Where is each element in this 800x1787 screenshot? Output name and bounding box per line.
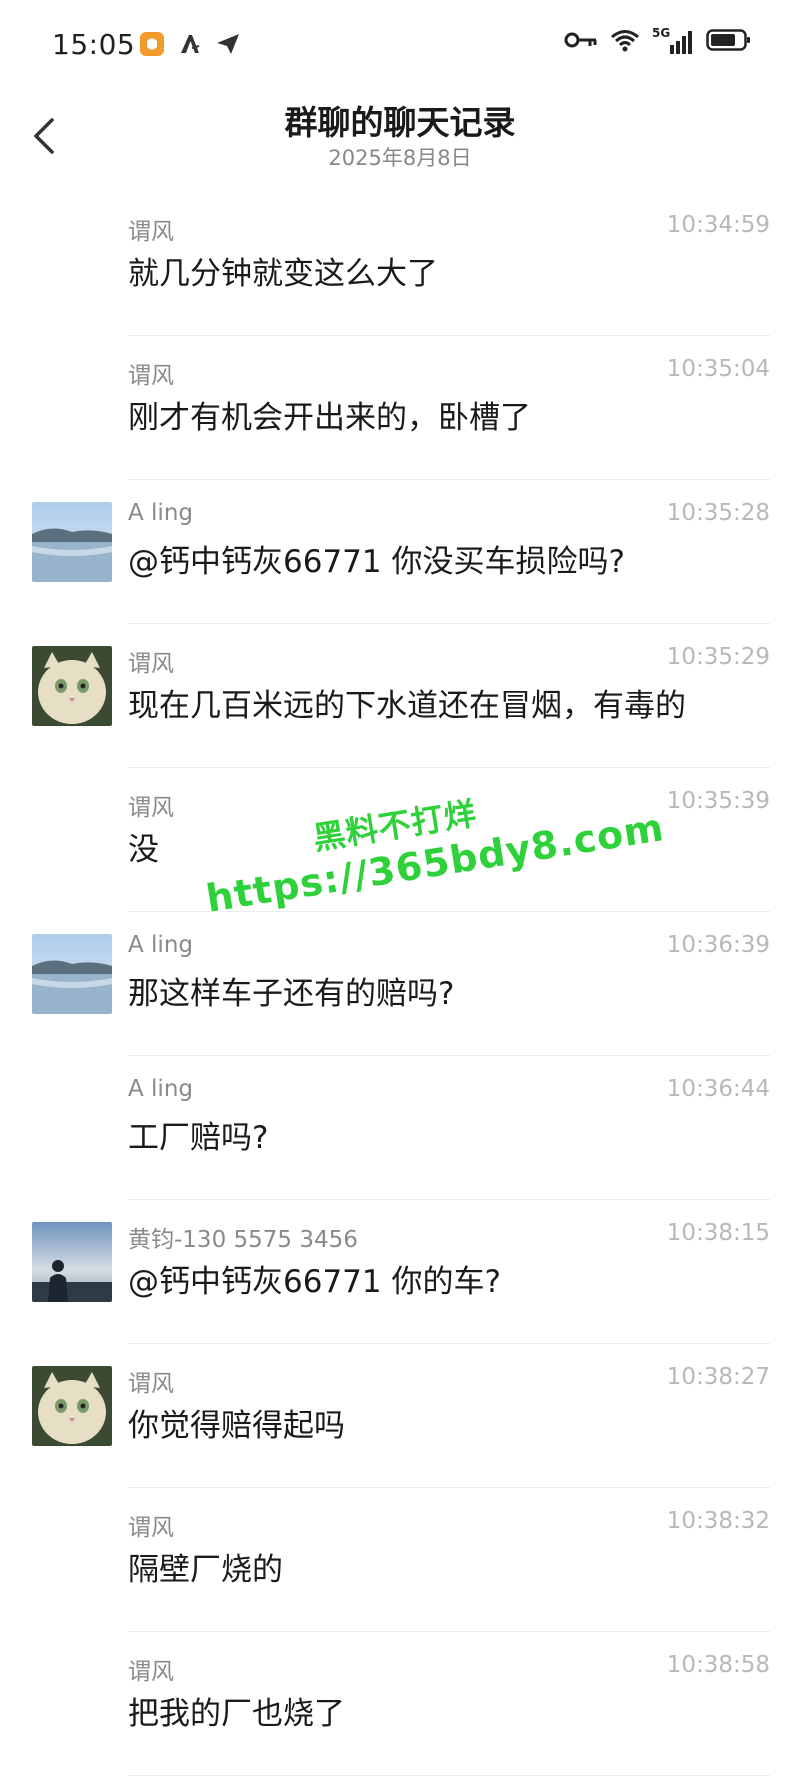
avatar[interactable] [32,1366,112,1446]
message-time: 10:36:39 [666,932,770,958]
message-text: 你觉得赔得起吗 [128,1408,345,1444]
avatar[interactable] [32,502,112,582]
message-time: 10:38:15 [666,1220,770,1246]
message-text: @钙中钙灰66771 你没买车损险吗? [128,544,625,580]
message-row[interactable]: 谓风 10:35:04 刚才有机会开出来的，卧槽了 [0,336,800,480]
message-text: 隔壁厂烧的 [128,1552,283,1588]
message-text: 现在几百米远的下水道还在冒烟，有毒的 [128,688,686,724]
status-app-icons [138,30,242,58]
message-sender: A ling [128,500,194,526]
message-text: 那这样车子还有的赔吗? [128,976,455,1012]
header: 群聊的聊天记录 2025年8月8日 [0,90,800,180]
message-text: 把我的厂也烧了 [128,1696,345,1732]
message-sender: 黄钧-130 5575 3456 [128,1227,358,1253]
signal-5g-icon: 5G [652,26,694,55]
message-row[interactable]: 谓风 10:38:27 你觉得赔得起吗 [0,1344,800,1488]
message-row[interactable]: A ling 10:36:44 工厂赔吗? [0,1056,800,1200]
message-sender: 谓风 [128,651,174,677]
message-time: 10:35:29 [666,644,770,670]
message-text: @钙中钙灰66771 你的车? [128,1264,501,1300]
message-list[interactable]: 谓风 10:34:59 就几分钟就变这么大了 谓风 10:35:04 刚才有机会… [0,192,800,1776]
message-time: 10:35:04 [666,356,770,382]
message-time: 10:35:28 [666,500,770,526]
send-icon [214,30,242,58]
message-row[interactable]: A ling 10:36:39 那这样车子还有的赔吗? [0,912,800,1056]
message-sender: A ling [128,932,194,958]
message-row[interactable]: 谓风 10:34:59 就几分钟就变这么大了 [0,192,800,336]
message-text: 刚才有机会开出来的，卧槽了 [128,400,531,436]
message-sender: 谓风 [128,219,174,245]
battery-icon [706,28,752,56]
message-time: 10:38:58 [666,1652,770,1678]
divider [128,1775,770,1776]
message-text: 没 [128,832,159,868]
message-row[interactable]: 谓风 10:35:29 现在几百米远的下水道还在冒烟，有毒的 [0,624,800,768]
message-time: 10:38:32 [666,1508,770,1534]
message-time: 10:34:59 [666,212,770,238]
avatar[interactable] [32,646,112,726]
avatar[interactable] [32,1222,112,1302]
message-row[interactable]: A ling 10:35:28 @钙中钙灰66771 你没买车损险吗? [0,480,800,624]
message-text: 就几分钟就变这么大了 [128,256,438,292]
wifi-icon [610,28,640,56]
status-time: 15:05 [52,28,136,61]
message-sender: A ling [128,1076,194,1102]
message-sender: 谓风 [128,363,174,389]
key-icon [564,30,598,54]
message-row[interactable]: 黄钧-130 5575 3456 10:38:15 @钙中钙灰66771 你的车… [0,1200,800,1344]
page-title: 群聊的聊天记录 [284,103,516,142]
app-badge-icon [138,30,166,58]
status-bar: 15:05 5G [0,0,800,90]
message-sender: 谓风 [128,1659,174,1685]
message-sender: 谓风 [128,1371,174,1397]
page-date: 2025年8月8日 [328,146,472,170]
message-row[interactable]: 谓风 10:35:39 没 [0,768,800,912]
avatar[interactable] [32,934,112,1014]
message-time: 10:35:39 [666,788,770,814]
message-text: 工厂赔吗? [128,1120,269,1156]
a-icon [176,30,204,58]
status-right-icons: 5G [564,26,752,56]
message-sender: 谓风 [128,1515,174,1541]
message-row[interactable]: 谓风 10:38:58 把我的厂也烧了 [0,1632,800,1776]
message-row[interactable]: 谓风 10:38:32 隔壁厂烧的 [0,1488,800,1632]
message-time: 10:36:44 [666,1076,770,1102]
message-sender: 谓风 [128,795,174,821]
message-time: 10:38:27 [666,1364,770,1390]
